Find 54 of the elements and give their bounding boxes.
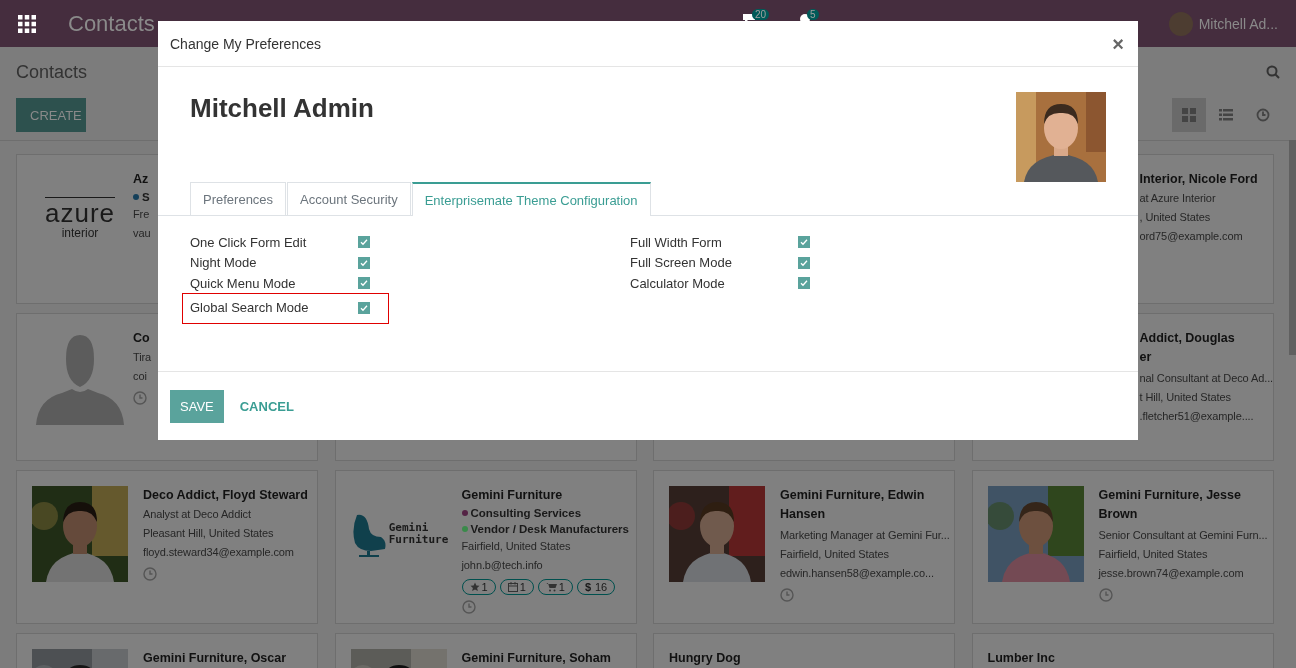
- contact-detail: Marketing Manager at Gemini Fur...: [780, 528, 950, 543]
- contact-name: er: [1139, 349, 1152, 366]
- app-name: Contacts: [68, 10, 155, 37]
- contact-name: Gemini Furniture: [461, 487, 563, 504]
- contact-name: Hansen: [780, 506, 826, 523]
- tag-label: Vendor / Desk Manufacturers: [470, 522, 629, 537]
- contact-detail: coi: [133, 369, 147, 384]
- notification-badge: 5: [807, 9, 819, 20]
- contact-detail: Fairfield, United States: [461, 539, 571, 554]
- contact-detail: Pleasant Hill, United States: [143, 526, 274, 541]
- contact-detail: , United States: [1139, 210, 1211, 225]
- contact-name: Gemini Furniture, Edwin: [780, 487, 925, 504]
- contact-name: Gemini Furniture, Soham: [461, 650, 611, 667]
- contact-detail: Fre: [133, 207, 150, 222]
- contact-name: Addict, Douglas: [1139, 330, 1235, 347]
- setting-label: Full Width Form: [630, 234, 723, 250]
- contact-detail: Fairfield, United States: [780, 547, 889, 562]
- contact-name: Hungry Dog: [669, 650, 741, 667]
- contact-name: Co: [133, 330, 150, 347]
- setting-label: Quick Menu Mode: [190, 275, 297, 291]
- tag-label: S: [142, 190, 150, 205]
- contact-detail: Fairfield, United States: [1098, 547, 1208, 562]
- tag-label: Consulting Services: [470, 506, 582, 521]
- contact-detail: nal Consultant at Deco Ad...: [1139, 371, 1274, 386]
- company-logo: Gemini Furniture: [348, 509, 449, 559]
- contact-detail: jesse.brown74@example.com: [1098, 566, 1244, 581]
- contact-detail: .fletcher51@example....: [1139, 409, 1254, 424]
- user-name-heading: Mitchell Admin: [190, 92, 374, 125]
- setting-label: Full Screen Mode: [630, 255, 733, 271]
- contact-detail: floyd.steward34@example.com: [143, 545, 294, 560]
- contact-detail: at Azure Interior: [1139, 191, 1216, 206]
- contact-name: Deco Addict, Floyd Steward: [143, 487, 308, 504]
- contact-detail: ord75@example.com: [1139, 229, 1243, 244]
- contact-name: Gemini Furniture, Oscar: [143, 650, 287, 667]
- contact-detail: vau: [133, 226, 151, 241]
- notification-badge: 20: [751, 9, 770, 20]
- contact-detail: Senior Consultant at Gemini Furn...: [1098, 528, 1268, 543]
- contact-name: Interior, Nicole Ford: [1139, 171, 1258, 188]
- contact-name: Gemini Furniture, Jesse: [1098, 487, 1241, 504]
- company-logo: azure interior: [44, 196, 115, 240]
- breadcrumb: Contacts: [16, 61, 88, 83]
- setting-label: Calculator Mode: [630, 275, 726, 291]
- setting-label: One Click Form Edit: [190, 234, 308, 250]
- setting-label: Night Mode: [190, 255, 258, 271]
- contact-detail: t Hill, United States: [1139, 390, 1231, 405]
- contact-name: Brown: [1098, 506, 1138, 523]
- dialog-title: Change My Preferences: [170, 35, 321, 52]
- contact-name: Az: [133, 171, 149, 188]
- contact-detail: Analyst at Deco Addict: [143, 507, 251, 522]
- contact-detail: john.b@tech.info: [461, 558, 543, 573]
- contact-detail: Tira: [133, 350, 152, 365]
- contact-detail: edwin.hansen58@example.co...: [780, 566, 934, 581]
- contact-name: Lumber Inc: [987, 650, 1055, 667]
- setting-label: Global Search Mode: [190, 300, 310, 316]
